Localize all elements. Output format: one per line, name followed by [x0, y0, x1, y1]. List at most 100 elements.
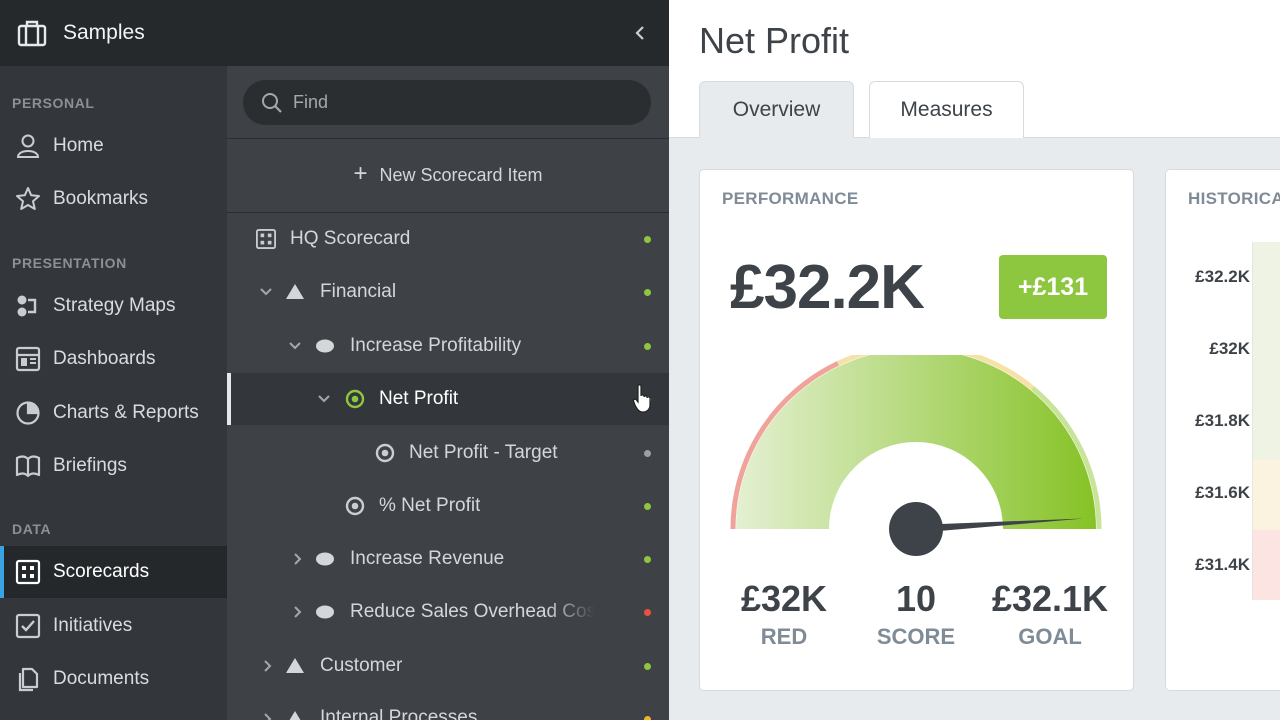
tree-panel-header [227, 0, 669, 66]
app-header: Samples [0, 0, 227, 66]
red-threshold-label: RED [760, 624, 808, 649]
tab-overview[interactable]: Overview [699, 81, 854, 138]
chevron-down-icon[interactable] [287, 338, 303, 354]
star-icon [14, 185, 42, 213]
user-icon [14, 132, 42, 160]
status-dot-green [644, 289, 651, 296]
nav-item-bookmarks[interactable]: Bookmarks [0, 173, 227, 225]
perspective-triangle-icon [285, 709, 305, 720]
status-dot-yellow [644, 716, 651, 720]
nav-item-label: Briefings [53, 455, 127, 476]
status-dot-grey [644, 450, 651, 457]
divider [227, 138, 669, 139]
perspective-triangle-icon [285, 656, 305, 676]
chevron-right-icon[interactable] [290, 551, 306, 567]
measure-target-icon [345, 496, 365, 516]
strategy-map-icon [14, 292, 42, 320]
score-label: SCORE [876, 624, 956, 649]
status-dot-green [644, 503, 651, 510]
goal-label: GOAL [1018, 624, 1082, 649]
card-title: HISTORICAL [1188, 189, 1280, 208]
nav-section-data: DATA [12, 521, 52, 537]
nav-item-charts-reports[interactable]: Charts & Reports [0, 387, 227, 439]
mouse-cursor-hand-icon [633, 384, 651, 413]
main-navigation: Samples PERSONAL PRESENTATION DATA Home … [0, 0, 227, 720]
perspective-triangle-icon [285, 282, 305, 302]
tree-row-customer[interactable]: Customer [227, 640, 669, 692]
tree-row-label: Net Profit - Target [409, 442, 558, 463]
tree-row-label: Reduce Sales Overhead Cost [350, 601, 595, 622]
tree-row-label: Internal Processes [320, 707, 478, 720]
objective-ellipse-icon [315, 336, 335, 356]
status-dot-green [644, 343, 651, 350]
tree-row-label: Customer [320, 655, 403, 676]
nav-item-home[interactable]: Home [0, 120, 227, 172]
search-input[interactable] [293, 92, 613, 113]
new-scorecard-item-button[interactable]: + New Scorecard Item [227, 150, 669, 200]
nav-item-label: Home [53, 135, 104, 156]
chevron-left-icon[interactable] [627, 20, 653, 46]
objective-ellipse-icon [315, 602, 335, 622]
status-dot-green [644, 556, 651, 563]
y-tick-label: £31.8K [1195, 411, 1250, 430]
nav-item-initiatives[interactable]: Initiatives [0, 600, 227, 652]
status-dot-green [644, 236, 651, 243]
nav-item-label: Initiatives [53, 615, 133, 636]
tree-row-increase-profitability[interactable]: Increase Profitability [227, 320, 669, 372]
nav-item-label: Strategy Maps [53, 295, 176, 316]
chevron-down-icon[interactable] [316, 391, 332, 407]
briefcase-icon [17, 20, 47, 47]
page-title: Net Profit [699, 20, 850, 61]
objective-ellipse-icon [315, 549, 335, 569]
tree-row-net-profit[interactable]: Net Profit [227, 373, 669, 425]
nav-section-personal: PERSONAL [12, 95, 95, 111]
nav-item-scorecards[interactable]: Scorecards [0, 546, 227, 598]
performance-delta-badge: +£131 [999, 255, 1107, 319]
nav-item-documents[interactable]: Documents [0, 653, 227, 705]
main-content: Net Profit Overview Measures PERFORMANCE… [669, 0, 1280, 720]
tree-row-increase-revenue[interactable]: Increase Revenue [227, 533, 669, 585]
tree-row-financial[interactable]: Financial [227, 266, 669, 318]
tab-measures[interactable]: Measures [869, 81, 1024, 138]
card-title: PERFORMANCE [722, 189, 859, 208]
dashboard-icon [14, 345, 42, 373]
historical-card: HISTORICAL £32.2K £32K £31.8K £31.6K £31… [1165, 169, 1280, 691]
pie-chart-icon [14, 399, 42, 427]
tree-row-net-profit-target[interactable]: Net Profit - Target [227, 427, 669, 479]
nav-item-label: Scorecards [53, 561, 150, 582]
chevron-down-icon[interactable] [258, 284, 274, 300]
plus-icon: + [353, 159, 368, 187]
gauge-stat-score: 10 SCORE [846, 578, 986, 650]
tree-row-label: % Net Profit [379, 495, 481, 516]
gauge-stat-red: £32K RED [714, 578, 854, 650]
scorecard-icon [256, 229, 276, 249]
nav-item-briefings[interactable]: Briefings [0, 440, 227, 492]
book-icon [14, 452, 42, 480]
scorecard-icon [14, 558, 42, 586]
score-value: 10 [895, 578, 937, 619]
nav-item-label: Bookmarks [53, 188, 149, 209]
chevron-right-icon[interactable] [260, 658, 276, 674]
chevron-right-icon[interactable] [260, 711, 276, 720]
gauge-hub [889, 502, 943, 556]
tree-row-reduce-sales-overhead-cost[interactable]: Reduce Sales Overhead Cost [227, 586, 669, 638]
y-tick-label: £32K [1209, 339, 1250, 358]
goal-value: £32.1K [991, 578, 1109, 619]
tree-row-internal-processes[interactable]: Internal Processes [227, 693, 669, 720]
gauge-stat-goal: £32.1K GOAL [980, 578, 1120, 650]
performance-value: £32.2K [730, 253, 925, 322]
chevron-right-icon[interactable] [290, 604, 306, 620]
performance-card: PERFORMANCE £32.2K +£131 £32K RED 10 SCO… [699, 169, 1134, 691]
nav-item-strategy-maps[interactable]: Strategy Maps [0, 280, 227, 332]
y-tick-label: £31.4K [1195, 555, 1250, 574]
search-icon [262, 92, 282, 113]
documents-icon [14, 665, 42, 693]
nav-item-label: Documents [53, 668, 150, 689]
historical-chart-bands [1252, 242, 1280, 600]
scorecard-tree-panel: + New Scorecard Item HQ Scorecard Financ… [227, 0, 669, 720]
tree-row-percent-net-profit[interactable]: % Net Profit [227, 480, 669, 532]
measure-target-icon [375, 443, 395, 463]
tree-row-hq-scorecard[interactable]: HQ Scorecard [227, 213, 669, 265]
nav-item-dashboards[interactable]: Dashboards [0, 333, 227, 385]
page-header: Net Profit Overview Measures [669, 0, 1280, 138]
